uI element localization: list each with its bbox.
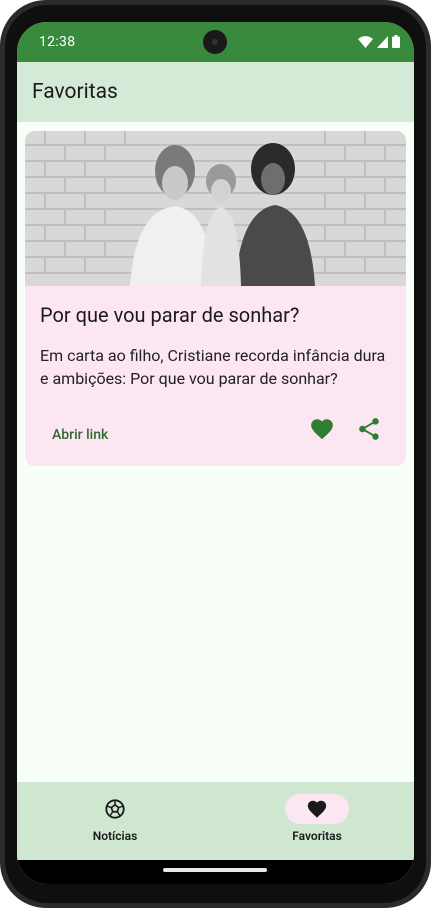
nav-label-noticias: Notícias — [92, 829, 138, 843]
screen: 12:38 Favoritas Por que vou parar de son… — [17, 22, 414, 884]
news-summary: Em carta ao filho, Cristiane recorda inf… — [40, 346, 386, 388]
favorite-button[interactable] — [309, 416, 335, 442]
bottom-navigation: Notícias Favoritas — [17, 782, 414, 860]
volume-button — [427, 180, 431, 240]
front-camera — [203, 30, 227, 54]
nav-item-favoritas[interactable]: Favoritas — [247, 782, 387, 860]
phone-frame: 12:38 Favoritas Por que vou parar de son… — [0, 0, 431, 908]
share-button[interactable] — [356, 416, 382, 442]
status-icons — [358, 35, 400, 48]
system-navigation-bar — [17, 860, 414, 884]
gesture-handle[interactable] — [163, 868, 267, 872]
news-title: Por que vou parar de sonhar? — [40, 303, 300, 327]
signal-icon — [377, 35, 388, 48]
soccer-ball-icon — [105, 799, 125, 819]
status-bar: 12:38 — [17, 22, 414, 62]
wifi-icon — [358, 35, 373, 48]
heart-icon — [311, 419, 333, 440]
news-photo — [25, 131, 406, 286]
battery-icon — [392, 35, 400, 48]
nav-item-noticias[interactable]: Notícias — [45, 782, 185, 860]
share-icon — [359, 418, 379, 440]
power-button — [427, 300, 431, 390]
nav-icon-container-active — [285, 794, 349, 824]
page-title: Favoritas — [32, 80, 118, 104]
heart-icon — [307, 800, 327, 818]
nav-icon-container — [83, 794, 147, 824]
news-card[interactable]: Por que vou parar de sonhar? Em carta ao… — [25, 131, 406, 466]
nav-label-favoritas: Favoritas — [292, 829, 342, 843]
app-bar: Favoritas — [17, 62, 414, 122]
status-time: 12:38 — [39, 34, 76, 50]
open-link-button[interactable]: Abrir link — [52, 427, 108, 443]
